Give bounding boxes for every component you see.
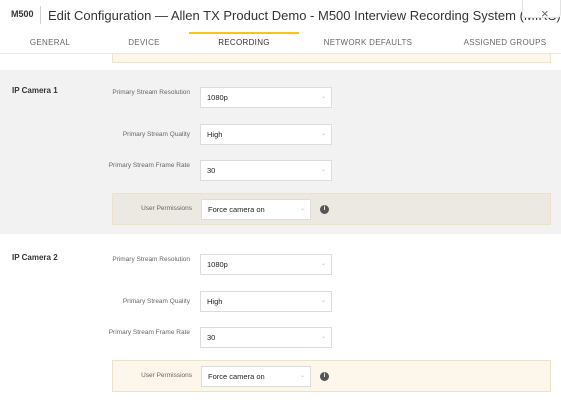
scrolled-permission-row — [112, 54, 551, 63]
resolution-label: Primary Stream Resolution — [112, 256, 190, 263]
resolution-label: Primary Stream Resolution — [112, 89, 190, 96]
dialog-title: Edit Configuration — Allen TX Product De… — [48, 8, 561, 23]
framerate-select[interactable]: 30 ⌄ — [200, 327, 332, 348]
title-divider — [40, 6, 41, 24]
ip-camera-2-section: IP Camera 2 Primary Stream Resolution 10… — [0, 236, 561, 403]
chevron-down-icon: ⌄ — [320, 94, 326, 100]
user-permissions-row: User Permissions Force camera on ⌄ i — [112, 360, 551, 392]
resolution-value: 1080p — [207, 93, 228, 102]
permissions-label: User Permissions — [141, 205, 192, 212]
tab-network-defaults[interactable]: NETWORK DEFAULTS — [318, 32, 418, 54]
framerate-select[interactable]: 30 ⌄ — [200, 160, 332, 181]
quality-select[interactable]: High ⌄ — [200, 124, 332, 145]
chevron-down-icon: ⌄ — [320, 131, 326, 137]
info-icon[interactable]: i — [320, 372, 329, 381]
chevron-down-icon: ⌄ — [299, 206, 305, 212]
permissions-value: Force camera on — [208, 372, 265, 381]
resolution-select[interactable]: 1080p ⌄ — [200, 87, 332, 108]
camera-title: IP Camera 1 — [12, 86, 58, 95]
quality-label: Primary Stream Quality — [122, 131, 190, 138]
quality-value: High — [207, 297, 223, 306]
ip-camera-1-section: IP Camera 1 Primary Stream Resolution 10… — [0, 70, 561, 234]
user-permissions-row: User Permissions Force camera on ⌄ i — [112, 193, 551, 225]
permissions-value: Force camera on — [208, 205, 265, 214]
tab-recording[interactable]: RECORDING — [189, 32, 299, 54]
framerate-label: Primary Stream Frame Rate — [108, 329, 190, 336]
quality-value: High — [207, 130, 223, 139]
model-badge: M500 — [11, 9, 34, 19]
framerate-value: 30 — [207, 333, 216, 342]
tab-device[interactable]: DEVICE — [106, 32, 182, 54]
tab-bar: GENERAL DEVICE RECORDING NETWORK DEFAULT… — [0, 32, 561, 54]
dialog-header: M500 Edit Configuration — Allen TX Produ… — [0, 0, 561, 32]
resolution-value: 1080p — [207, 260, 228, 269]
close-icon[interactable]: × — [541, 7, 549, 20]
permissions-select[interactable]: Force camera on ⌄ — [201, 366, 311, 387]
permissions-label: User Permissions — [141, 372, 192, 379]
permissions-select[interactable]: Force camera on ⌄ — [201, 199, 311, 220]
chevron-down-icon: ⌄ — [299, 373, 305, 379]
camera-title: IP Camera 2 — [12, 253, 58, 262]
tab-assigned-groups[interactable]: ASSIGNED GROUPS — [462, 32, 548, 54]
framerate-label: Primary Stream Frame Rate — [108, 162, 190, 169]
info-icon[interactable]: i — [320, 205, 329, 214]
chevron-down-icon: ⌄ — [320, 334, 326, 340]
chevron-down-icon: ⌄ — [320, 298, 326, 304]
resolution-select[interactable]: 1080p ⌄ — [200, 254, 332, 275]
scrolled-content-strip — [0, 54, 561, 64]
chevron-down-icon: ⌄ — [320, 261, 326, 267]
quality-select[interactable]: High ⌄ — [200, 291, 332, 312]
tab-general[interactable]: GENERAL — [14, 32, 86, 54]
chevron-down-icon: ⌄ — [320, 167, 326, 173]
quality-label: Primary Stream Quality — [122, 298, 190, 305]
framerate-value: 30 — [207, 166, 216, 175]
